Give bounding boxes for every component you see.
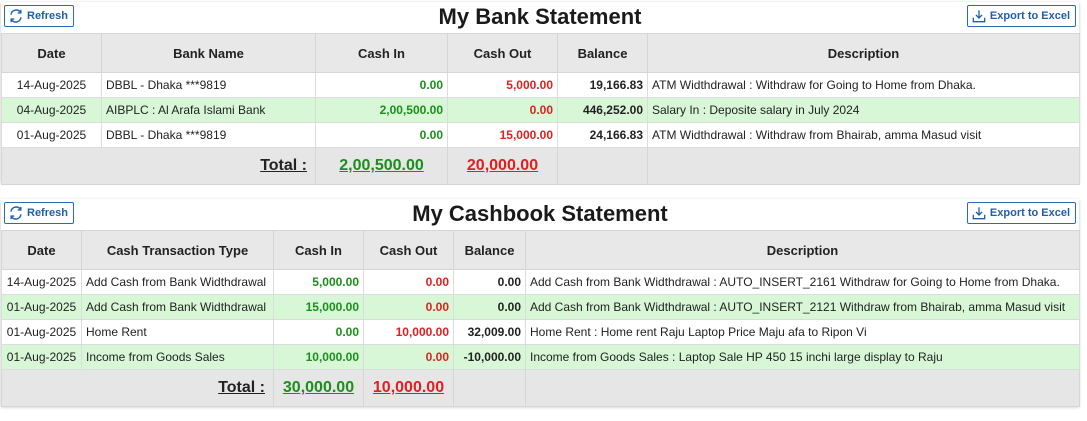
total-cash-out: 20,000.00 (447, 147, 558, 185)
cell-cash-in: 10,000.00 (273, 344, 364, 370)
bank-export-label: Export to Excel (989, 10, 1070, 22)
cell-description: Income from Goods Sales : Laptop Sale HP… (525, 344, 1080, 370)
cell-cash-in: 5,000.00 (273, 269, 364, 295)
cell-cash-out: 10,000.00 (363, 319, 454, 345)
cell-balance: 19,166.83 (557, 72, 648, 98)
cashbook-statement-panel: Refresh My Cashbook Statement Export to … (1, 199, 1080, 407)
cell-balance: 32,009.00 (453, 319, 526, 345)
cell-description: Salary In : Deposite salary in July 2024 (647, 97, 1080, 123)
cell-cash-in: 15,000.00 (273, 294, 364, 320)
cell-bank-name: DBBL - Dhaka ***9819 (101, 122, 316, 148)
column-header-cash-out[interactable]: Cash Out (363, 230, 454, 270)
table-row[interactable]: 01-Aug-2025 Income from Goods Sales 10,0… (1, 344, 1080, 370)
total-label: Total : (1, 369, 274, 407)
total-balance-empty (453, 369, 526, 407)
cell-description: ATM Widthdrawal : Withdraw from Bhairab,… (647, 122, 1080, 148)
cell-balance: -10,000.00 (453, 344, 526, 370)
cell-date: 14-Aug-2025 (1, 72, 102, 98)
total-description-empty (525, 369, 1080, 407)
cell-balance: 446,252.00 (557, 97, 648, 123)
table-row[interactable]: 01-Aug-2025 DBBL - Dhaka ***9819 0.00 15… (1, 122, 1080, 148)
table-row[interactable]: 01-Aug-2025 Add Cash from Bank Widthdraw… (1, 294, 1080, 320)
column-header-cash-in[interactable]: Cash In (273, 230, 364, 270)
cashbook-export-button[interactable]: Export to Excel (966, 202, 1076, 224)
cashbook-statement-header: Refresh My Cashbook Statement Export to … (1, 199, 1079, 230)
bank-statement-table: Date Bank Name Cash In Cash Out Balance … (1, 33, 1080, 185)
total-cash-in: 30,000.00 (273, 369, 364, 407)
cell-cash-in: 0.00 (273, 319, 364, 345)
cell-cash-out: 0.00 (447, 97, 558, 123)
column-header-bank-name[interactable]: Bank Name (101, 33, 316, 73)
cell-bank-name: AIBPLC : Al Arafa Islami Bank (101, 97, 316, 123)
table-row[interactable]: 04-Aug-2025 AIBPLC : Al Arafa Islami Ban… (1, 97, 1080, 123)
cell-date: 01-Aug-2025 (1, 122, 102, 148)
column-header-balance[interactable]: Balance (453, 230, 526, 270)
cell-cash-out: 15,000.00 (447, 122, 558, 148)
cell-description: Add Cash from Bank Widthdrawal : AUTO_IN… (525, 294, 1080, 320)
column-header-cash-out[interactable]: Cash Out (447, 33, 558, 73)
total-row: Total : 2,00,500.00 20,000.00 (1, 147, 1080, 185)
cell-balance: 0.00 (453, 269, 526, 295)
cashbook-export-label: Export to Excel (989, 207, 1070, 219)
total-cash-out: 10,000.00 (363, 369, 454, 407)
column-header-transaction-type[interactable]: Cash Transaction Type (81, 230, 274, 270)
cell-description: ATM Widthdrawal : Withdraw for Going to … (647, 72, 1080, 98)
column-header-balance[interactable]: Balance (557, 33, 648, 73)
column-header-description[interactable]: Description (525, 230, 1080, 270)
cell-cash-out: 0.00 (363, 294, 454, 320)
download-icon (972, 207, 986, 220)
cell-cash-out: 0.00 (363, 269, 454, 295)
cell-date: 01-Aug-2025 (1, 319, 82, 345)
cell-cash-in: 0.00 (315, 72, 448, 98)
table-header-row: Date Bank Name Cash In Cash Out Balance … (1, 33, 1080, 73)
total-cash-in: 2,00,500.00 (315, 147, 448, 185)
total-row: Total : 30,000.00 10,000.00 (1, 369, 1080, 407)
cell-cash-in: 2,00,500.00 (315, 97, 448, 123)
cell-date: 01-Aug-2025 (1, 344, 82, 370)
cell-cash-in: 0.00 (315, 122, 448, 148)
cell-balance: 24,166.83 (557, 122, 648, 148)
column-header-date[interactable]: Date (1, 33, 102, 73)
cell-date: 01-Aug-2025 (1, 294, 82, 320)
table-row[interactable]: 14-Aug-2025 Add Cash from Bank Widthdraw… (1, 269, 1080, 295)
total-label: Total : (1, 147, 316, 185)
cell-transaction-type: Income from Goods Sales (81, 344, 274, 370)
cell-date: 14-Aug-2025 (1, 269, 82, 295)
total-balance-empty (557, 147, 648, 185)
bank-statement-title: My Bank Statement (438, 4, 642, 29)
bank-statement-header: Refresh My Bank Statement Export to Exce… (1, 2, 1079, 33)
cell-transaction-type: Home Rent (81, 319, 274, 345)
cell-transaction-type: Add Cash from Bank Widthdrawal (81, 294, 274, 320)
cell-date: 04-Aug-2025 (1, 97, 102, 123)
column-header-description[interactable]: Description (647, 33, 1080, 73)
cell-transaction-type: Add Cash from Bank Widthdrawal (81, 269, 274, 295)
cell-bank-name: DBBL - Dhaka ***9819 (101, 72, 316, 98)
table-row[interactable]: 01-Aug-2025 Home Rent 0.00 10,000.00 32,… (1, 319, 1080, 345)
cell-description: Home Rent : Home rent Raju Laptop Price … (525, 319, 1080, 345)
total-description-empty (647, 147, 1080, 185)
cashbook-statement-table: Date Cash Transaction Type Cash In Cash … (1, 230, 1080, 407)
column-header-date[interactable]: Date (1, 230, 82, 270)
table-row[interactable]: 14-Aug-2025 DBBL - Dhaka ***9819 0.00 5,… (1, 72, 1080, 98)
download-icon (972, 10, 986, 23)
cell-balance: 0.00 (453, 294, 526, 320)
cashbook-statement-title: My Cashbook Statement (412, 201, 668, 226)
bank-statement-panel: Refresh My Bank Statement Export to Exce… (1, 2, 1080, 185)
table-header-row: Date Cash Transaction Type Cash In Cash … (1, 230, 1080, 270)
column-header-cash-in[interactable]: Cash In (315, 33, 448, 73)
cell-description: Add Cash from Bank Widthdrawal : AUTO_IN… (525, 269, 1080, 295)
cell-cash-out: 0.00 (363, 344, 454, 370)
bank-export-button[interactable]: Export to Excel (966, 5, 1076, 27)
cell-cash-out: 5,000.00 (447, 72, 558, 98)
